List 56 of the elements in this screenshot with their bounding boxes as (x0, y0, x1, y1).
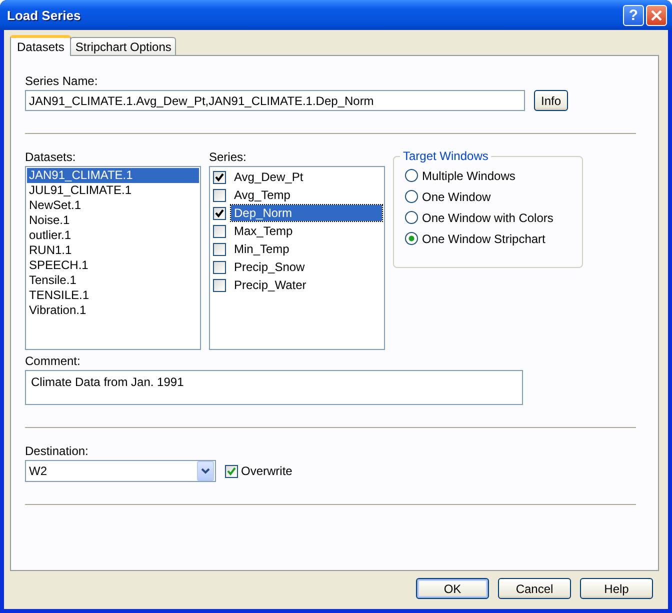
list-item[interactable]: Precip_Water (231, 277, 382, 293)
checkbox[interactable] (213, 170, 226, 184)
dialog-button[interactable]: Cancel (498, 578, 571, 599)
field-label: Destination: (25, 444, 90, 460)
list-item[interactable]: TENSILE.1 (27, 288, 199, 303)
list-item[interactable]: JUL91_CLIMATE.1 (27, 183, 199, 198)
field-label: Series Name: (25, 74, 99, 90)
radio-button[interactable] (405, 169, 418, 182)
checkbox-label: Overwrite (241, 464, 292, 478)
list-item[interactable]: outlier.1 (27, 228, 199, 243)
destination-dropdown[interactable]: W2 (25, 460, 216, 482)
radio-button[interactable] (405, 232, 418, 245)
list-item[interactable]: RUN1.1 (27, 243, 199, 258)
window-title: Load Series (7, 8, 81, 22)
radio-label: One Window Stripchart (422, 232, 546, 246)
list-item[interactable]: Max_Temp (231, 223, 382, 239)
list-item[interactable]: NewSet.1 (27, 198, 199, 213)
group-title: Target Windows (400, 149, 492, 163)
radio-label: Multiple Windows (422, 168, 516, 182)
list-item[interactable]: Precip_Snow (231, 259, 382, 275)
dialog-button[interactable]: OK (416, 578, 489, 599)
radio-button[interactable] (405, 211, 418, 224)
checkbox[interactable] (213, 242, 226, 256)
list-item[interactable]: Vibration.1 (27, 303, 199, 318)
list-item[interactable]: Tensile.1 (27, 273, 199, 288)
tab[interactable]: Datasets (10, 35, 72, 56)
list-item[interactable]: Noise.1 (27, 213, 199, 228)
list-item[interactable]: Dep_Norm (231, 205, 382, 221)
tab[interactable]: Stripchart Options (70, 37, 176, 55)
check-icon (227, 466, 236, 476)
info-button[interactable]: Info (534, 90, 568, 111)
radio-label: One Window (422, 190, 491, 204)
close-button[interactable] (646, 4, 667, 26)
list-item[interactable]: Min_Temp (231, 241, 382, 257)
checkbox[interactable] (213, 278, 226, 292)
checkbox[interactable] (213, 206, 226, 220)
close-icon (651, 10, 662, 20)
list-item[interactable]: SPEECH.1 (27, 258, 199, 273)
check-icon (215, 208, 224, 218)
list-item[interactable]: Avg_Dew_Pt (231, 169, 382, 185)
radio-button[interactable] (405, 190, 418, 203)
list-item[interactable]: Avg_Temp (231, 187, 382, 203)
checkbox[interactable] (213, 260, 226, 274)
checkbox[interactable] (225, 464, 238, 478)
list-label: Series: (209, 150, 248, 166)
chevron-down-icon (201, 468, 210, 474)
check-icon (215, 172, 224, 182)
dialog-button[interactable]: Help (580, 578, 653, 599)
radio-label: One Window with Colors (422, 210, 554, 224)
comment-field[interactable]: Climate Data from Jan. 1991 (25, 370, 523, 405)
series-name-field[interactable]: JAN91_CLIMATE.1.Avg_Dew_Pt,JAN91_CLIMATE.1.Dep_Norm (25, 90, 525, 111)
list-label: Datasets: (25, 150, 77, 166)
checkbox[interactable] (213, 224, 226, 238)
field-label: Comment: (25, 354, 82, 370)
list-item[interactable]: JAN91_CLIMATE.1 (27, 168, 199, 183)
checkbox[interactable] (213, 188, 226, 202)
